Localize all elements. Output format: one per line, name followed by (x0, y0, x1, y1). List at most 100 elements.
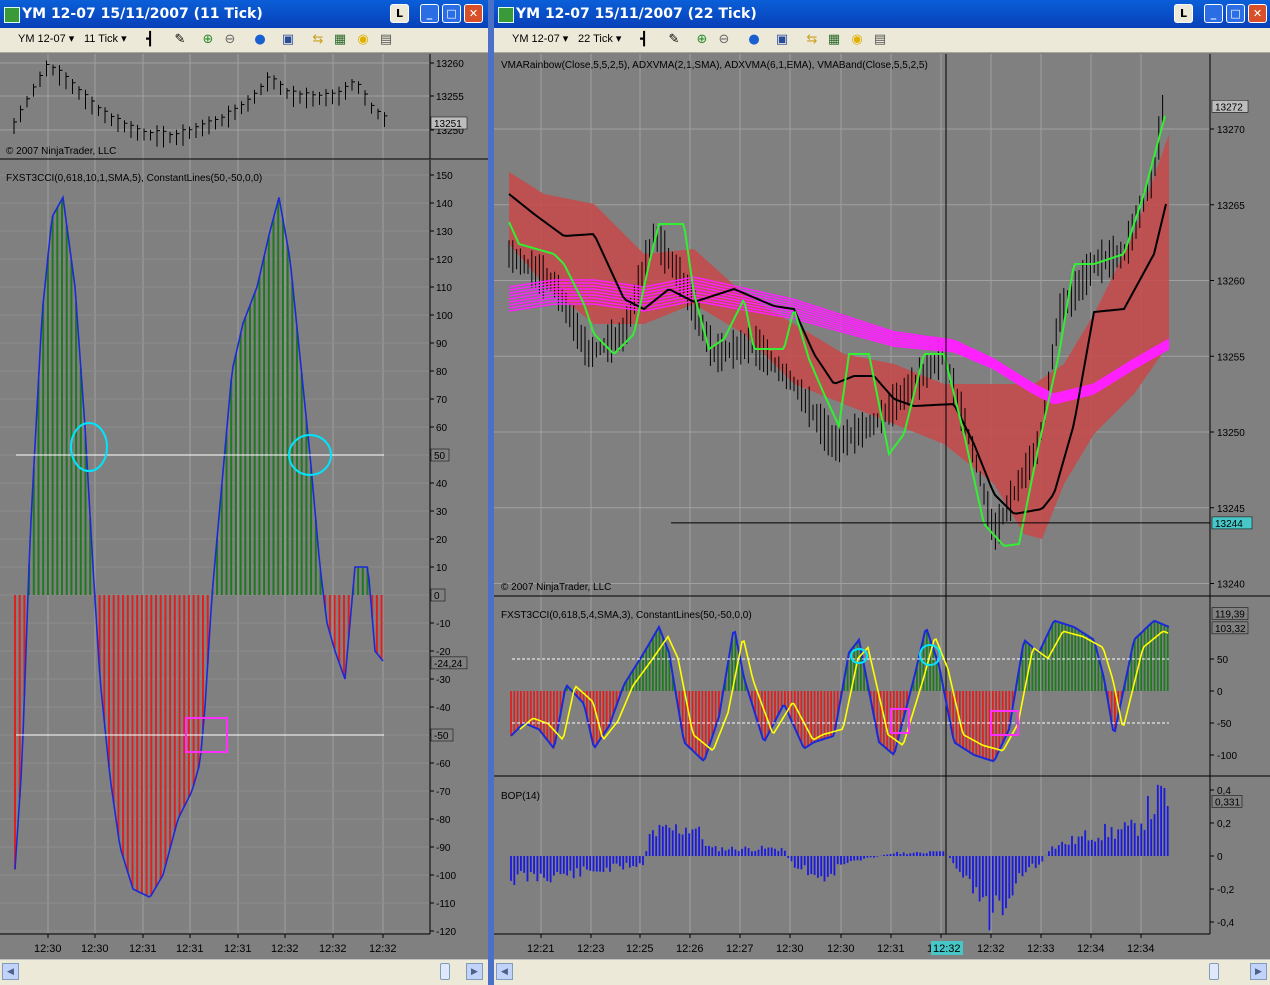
price-axis-label: 13245 (1217, 504, 1245, 515)
time-label: 12:26 (676, 943, 704, 955)
crosshair-time-badge: 12:32 (933, 943, 961, 955)
coin-icon[interactable]: ◉ (355, 32, 371, 48)
instrument-label: YM 12-07 (18, 33, 66, 45)
bar-style-icon[interactable]: ┫ (142, 32, 158, 48)
maximize-button[interactable]: □ (1226, 4, 1245, 23)
left-title-bar[interactable]: YM 12-07 15/11/2007 (11 Tick) L _ □ ✕ (0, 0, 488, 28)
data-box-icon[interactable]: ▤ (872, 32, 888, 48)
draw-pencil-icon[interactable]: ✎ (666, 32, 682, 48)
right-title-bar[interactable]: YM 12-07 15/11/2007 (22 Tick) L _ □ ✕ (494, 0, 1270, 28)
right-window-title: YM 12-07 15/11/2007 (22 Tick) (516, 6, 757, 22)
scroll-right-arrow[interactable]: ▶ (466, 963, 483, 980)
cci-axis-label: 100 (436, 311, 453, 322)
minimize-button[interactable]: _ (420, 4, 439, 23)
time-label: 12:25 (626, 943, 654, 955)
time-label: 12:31 (176, 943, 204, 955)
left-chart-window: YM 12-07 15/11/2007 (11 Tick) L _ □ ✕ YM… (0, 0, 488, 985)
cci-axis-label: 20 (436, 535, 448, 546)
instrument-selector[interactable]: YM 12-07 ▾ (18, 32, 74, 48)
properties-icon[interactable]: ▣ (774, 32, 790, 48)
left-chart-area[interactable]: © 2007 NinjaTrader, LLC 13260 13255 13250 1… (0, 54, 488, 960)
left-window-title: YM 12-07 15/11/2007 (11 Tick) (22, 6, 263, 22)
zoom-out-icon[interactable]: ⊖ (222, 32, 238, 48)
globe-icon[interactable]: ● (746, 32, 762, 48)
minimize-button[interactable]: _ (1204, 4, 1223, 23)
cci-axis-label: 130 (436, 227, 453, 238)
price-axis-label: 13250 (1217, 428, 1245, 439)
interval-selector[interactable]: 11 Tick ▾ (84, 32, 127, 48)
time-label: 12:31 (224, 943, 252, 955)
close-button[interactable]: ✕ (464, 4, 483, 23)
cci-axis-label: 90 (436, 339, 448, 350)
interval-label: 11 Tick (84, 33, 119, 45)
left-price-axis: 13260132551325013251 (429, 54, 468, 159)
bop-badge: 0,331 (1215, 797, 1240, 808)
chart-icon[interactable]: ▦ (332, 32, 348, 48)
left-cci-histogram (14, 194, 384, 898)
globe-icon[interactable]: ● (252, 32, 268, 48)
time-label: 12:27 (726, 943, 754, 955)
left-chart-canvas[interactable]: © 2007 NinjaTrader, LLC 1326013255132501… (0, 54, 488, 960)
left-grid (0, 54, 430, 934)
interval-label: 22 Tick (578, 33, 613, 45)
right-copyright: © 2007 NinjaTrader, LLC (501, 582, 611, 593)
bop-axis-label: -0,2 (1217, 885, 1235, 896)
cci-axis-label: -110 (436, 899, 456, 910)
instrument-icon[interactable]: ⇆ (804, 32, 820, 48)
left-toolbar: YM 12-07 ▾ 11 Tick ▾ ┫ ✎ ⊕ ⊖ ● ▣ ⇆ ▦ ◉ ▤ (0, 28, 488, 53)
zoom-in-icon[interactable]: ⊕ (200, 32, 216, 48)
price-axis-label: 13270 (1217, 125, 1245, 136)
right-chart-area[interactable]: VMARainbow(Close,5,5,2,5), ADXVMA(2,1,SM… (494, 54, 1270, 960)
time-label: 12:23 (577, 943, 605, 955)
scroll-left-arrow[interactable]: ◀ (2, 963, 19, 980)
app-icon (4, 7, 20, 23)
zoom-in-icon[interactable]: ⊕ (694, 32, 710, 48)
left-time-axis: 12:30 12:30 12:31 12:31 12:31 12:32 12:32 12:32 (0, 933, 430, 955)
bar-style-icon[interactable]: ┫ (636, 32, 652, 48)
zoom-out-icon[interactable]: ⊖ (716, 32, 732, 48)
left-price-bars (13, 60, 388, 148)
draw-pencil-icon[interactable]: ✎ (172, 32, 188, 48)
bop-axis-label: -0,4 (1217, 918, 1235, 929)
link-button[interactable]: L (390, 4, 409, 23)
right-indicator-lines (508, 54, 1210, 934)
cci-axis-label: 150 (436, 171, 453, 182)
cci-axis-label: -20 (436, 647, 451, 658)
last-price-badge: 13272 (1215, 102, 1243, 113)
link-button[interactable]: L (1174, 4, 1193, 23)
scroll-right-arrow[interactable]: ▶ (1250, 963, 1267, 980)
close-button[interactable]: ✕ (1248, 4, 1267, 23)
left-scrollbar[interactable]: ◀ ▶ (0, 959, 488, 985)
cci-last-badge: -24,24 (434, 659, 463, 670)
interval-selector[interactable]: 22 Tick ▾ (578, 32, 621, 48)
right-scrollbar[interactable]: ◀ ▶ (494, 959, 1270, 985)
time-label: 12:32 (271, 943, 299, 955)
left-cci-label: FXST3CCI(0,618,10,1,SMA,5), ConstantLine… (6, 173, 262, 184)
cci-axis-label: 60 (436, 423, 448, 434)
right-chart-canvas[interactable]: VMARainbow(Close,5,5,2,5), ADXVMA(2,1,SM… (494, 54, 1270, 960)
scroll-thumb[interactable] (440, 963, 450, 980)
crosshair-price-badge: 13244 (1215, 519, 1243, 530)
coin-icon[interactable]: ◉ (849, 32, 865, 48)
cci-axis-label: 50 (1217, 655, 1229, 666)
scroll-left-arrow[interactable]: ◀ (496, 963, 513, 980)
last-price-badge: 13251 (434, 119, 462, 130)
instrument-icon[interactable]: ⇆ (310, 32, 326, 48)
scroll-thumb[interactable] (1209, 963, 1219, 980)
cci-line50-badge: 50 (434, 451, 446, 462)
cci-axis-label: 70 (436, 395, 448, 406)
cci-axis-label: -70 (436, 787, 451, 798)
right-time-axis: 12:21 12:23 12:25 12:26 12:27 12:30 12:30 12:31… (494, 933, 1210, 955)
cci-line (14, 194, 384, 898)
chart-icon[interactable]: ▦ (826, 32, 842, 48)
bop-histogram (510, 784, 1169, 931)
instrument-selector[interactable]: YM 12-07 ▾ (512, 32, 568, 48)
price-axis-label: 13260 (1217, 277, 1245, 288)
data-box-icon[interactable]: ▤ (378, 32, 394, 48)
time-label: 12:34 (1077, 943, 1105, 955)
cci-badge-b: 103,32 (1215, 624, 1246, 635)
maximize-button[interactable]: □ (442, 4, 461, 23)
properties-icon[interactable]: ▣ (280, 32, 296, 48)
right-axes: 13270 13265 13260 13255 13250 13245 13240 13272… (1209, 54, 1253, 934)
cci-axis-label: -90 (436, 843, 451, 854)
